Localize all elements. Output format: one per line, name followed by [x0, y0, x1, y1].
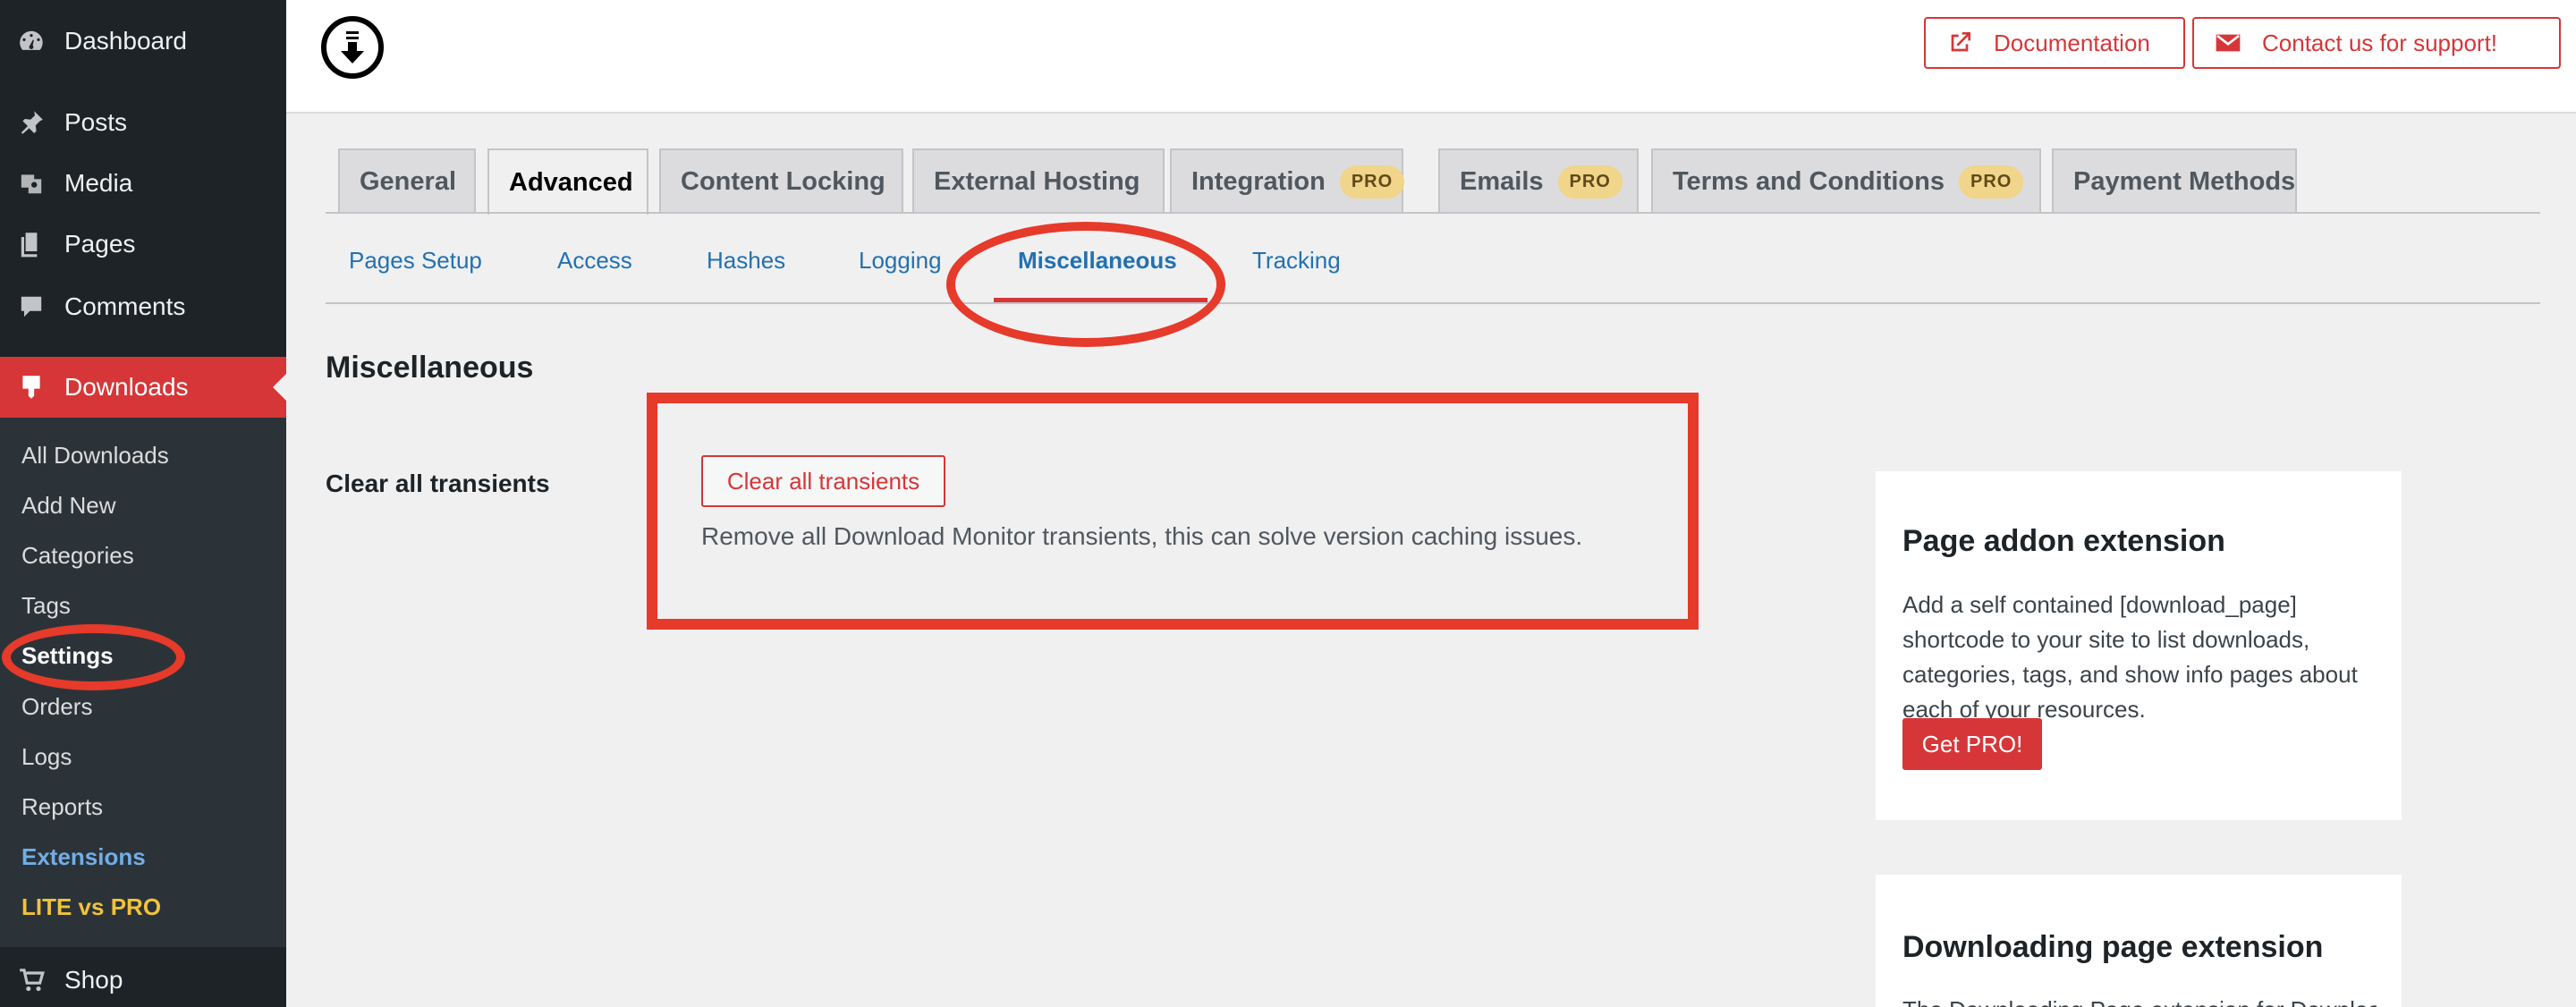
subtab-pages-setup[interactable]: Pages Setup [349, 247, 482, 275]
tab-general[interactable]: General [338, 148, 476, 213]
dashboard-icon [16, 26, 47, 56]
get-pro-button[interactable]: Get PRO! [1902, 718, 2042, 770]
sidebar-label: Media [64, 169, 133, 197]
tab-label: Content Locking [681, 166, 886, 196]
subtab-hashes[interactable]: Hashes [707, 247, 785, 275]
tab-content-locking[interactable]: Content Locking [659, 148, 903, 213]
pro-badge: PRO [1958, 165, 2024, 199]
pages-icon [16, 229, 47, 259]
media-icon [16, 168, 47, 199]
sidebar-label: Comments [64, 292, 186, 320]
sidebar-item-shop[interactable]: Shop [0, 953, 286, 1007]
tab-label: Advanced [509, 167, 633, 197]
admin-sidebar: Dashboard Posts Media Pages Comments Dow… [0, 0, 286, 1007]
submenu-item-extensions[interactable]: Extensions [21, 832, 146, 882]
mail-icon [2216, 34, 2241, 52]
sidebar-item-downloads[interactable]: Downloads [0, 357, 286, 418]
sidebar-label: Downloads [64, 373, 189, 401]
pin-icon [16, 107, 47, 138]
submenu-item-lite-vs-pro[interactable]: LITE vs PRO [21, 882, 161, 932]
sidebar-item-pages[interactable]: Pages [0, 217, 286, 271]
annotation-highlight-box [647, 393, 1699, 630]
sidebar-label: Pages [64, 230, 136, 258]
sidebar-item-comments[interactable]: Comments [0, 280, 286, 334]
annotation-circle-settings [2, 624, 185, 690]
support-label: Contact us for support! [2262, 29, 2498, 56]
tab-payment-methods[interactable]: Payment Methods [2052, 148, 2297, 213]
downloading-page-card: Downloading page extension The Downloadi… [1876, 875, 2402, 1007]
documentation-button[interactable]: Documentation [1924, 17, 2185, 69]
download-icon [16, 372, 47, 402]
subtab-tracking[interactable]: Tracking [1252, 247, 1341, 275]
page-addon-card: Page addon extension Add a self containe… [1876, 471, 2402, 820]
submenu-item-add-new[interactable]: Add New [21, 480, 116, 530]
sidebar-label: Posts [64, 108, 128, 136]
plugin-header: Documentation Contact us for support! [286, 0, 2576, 114]
tab-label: Terms and Conditions [1673, 166, 1945, 196]
tab-label: Payment Methods [2073, 166, 2296, 196]
subtab-logging[interactable]: Logging [859, 247, 942, 275]
tab-external-hosting[interactable]: External Hosting [912, 148, 1165, 213]
annotation-circle-subtab [946, 222, 1225, 347]
submenu-item-reports[interactable]: Reports [21, 782, 103, 832]
setting-row-label: Clear all transients [326, 470, 550, 497]
submenu-item-all-downloads[interactable]: All Downloads [21, 430, 169, 480]
sidebar-item-posts[interactable]: Posts [0, 96, 286, 149]
current-menu-arrow [273, 374, 286, 401]
tab-label: External Hosting [934, 166, 1140, 196]
cart-icon [16, 965, 47, 995]
comment-icon [16, 292, 47, 322]
sidebar-label: Shop [64, 966, 123, 994]
tab-label: Integration [1191, 166, 1326, 196]
documentation-label: Documentation [1994, 29, 2150, 56]
pro-badge: PRO [1557, 165, 1623, 199]
tab-label: Emails [1460, 166, 1544, 196]
card-text: The Downloading Page extension for Downl… [1902, 993, 2377, 1007]
sidebar-item-dashboard[interactable]: Dashboard [0, 14, 286, 68]
tab-terms-and-conditions[interactable]: Terms and Conditions PRO [1651, 148, 2041, 213]
pro-badge: PRO [1339, 165, 1405, 199]
subtab-access[interactable]: Access [557, 247, 632, 275]
submenu-item-logs[interactable]: Logs [21, 732, 72, 782]
submenu-item-categories[interactable]: Categories [21, 530, 134, 580]
submenu-item-tags[interactable]: Tags [21, 580, 71, 630]
sidebar-label: Dashboard [64, 27, 187, 55]
external-link-icon [1951, 32, 1970, 52]
contact-support-button[interactable]: Contact us for support! [2192, 17, 2561, 69]
card-title: Downloading page extension [1902, 930, 2324, 964]
tab-emails[interactable]: Emails PRO [1438, 148, 1639, 213]
card-text: Add a self contained [download_page] sho… [1902, 591, 2358, 723]
tab-integration[interactable]: Integration PRO [1170, 148, 1405, 213]
subtabs-divider [326, 302, 2540, 304]
download-monitor-logo-icon [321, 16, 384, 79]
section-title: Miscellaneous [326, 351, 534, 385]
tab-label: General [360, 166, 456, 196]
tab-advanced[interactable]: Advanced [487, 148, 648, 215]
tabs-divider [326, 212, 2540, 214]
card-title: Page addon extension [1902, 524, 2225, 558]
sidebar-item-media[interactable]: Media [0, 157, 286, 210]
